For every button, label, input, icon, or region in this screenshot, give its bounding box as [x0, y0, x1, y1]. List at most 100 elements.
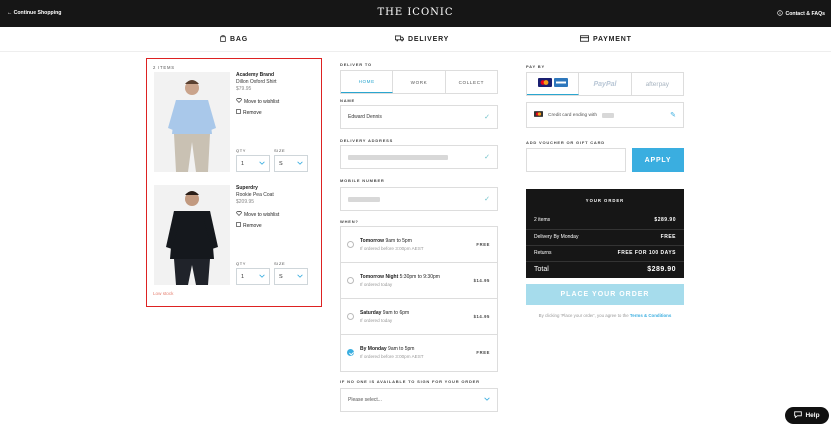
step-payment[interactable]: PAYMENT: [580, 35, 632, 44]
sign-label: IF NO ONE IS AVAILABLE TO SIGN FOR YOUR …: [340, 379, 480, 384]
mobile-number-field[interactable]: ✓: [340, 187, 498, 211]
size-value: S: [279, 273, 283, 280]
bag-count: 2 ITEMS: [153, 65, 175, 70]
help-button[interactable]: Help: [785, 407, 829, 424]
size-select[interactable]: S: [274, 155, 308, 172]
order-summary: YOUR ORDER 2 items $289.90 Delivery By M…: [526, 189, 684, 278]
delivery-slots: Tomorrow 9am to 5pm If ordered before 3:…: [340, 226, 498, 372]
qty-label: QTY: [236, 148, 247, 153]
product-brand[interactable]: Academy Brand: [236, 72, 274, 78]
checkout-steps: BAG DELIVERY PAYMENT: [0, 34, 831, 47]
contact-faqs-link[interactable]: Contact & FAQs: [776, 10, 826, 18]
tab-paypal[interactable]: PayPal: [579, 73, 632, 95]
slot-note: If ordered today: [360, 282, 393, 287]
chevron-down-icon: [297, 274, 303, 280]
qty-select[interactable]: 1: [236, 155, 270, 172]
redacted-mobile: [348, 196, 380, 202]
tab-collect[interactable]: COLLECT: [446, 71, 497, 93]
terms-link[interactable]: Terms & Conditions: [630, 313, 671, 318]
move-to-wishlist-label: Move to wishlist: [244, 211, 280, 218]
order-row-value: FREE FOR 100 DAYS: [617, 250, 676, 256]
size-value: S: [279, 160, 283, 167]
qty-select[interactable]: 1: [236, 268, 270, 285]
redacted-address: [348, 154, 448, 160]
place-order-button[interactable]: PLACE YOUR ORDER: [526, 284, 684, 305]
truck-icon: [395, 35, 404, 44]
order-row-items: 2 items $289.90: [534, 217, 676, 223]
when-label: WHEN?: [340, 219, 359, 224]
delivery-slot-by-monday[interactable]: By Monday 9am to 5pm If ordered before 3…: [341, 335, 497, 371]
slot-fee: FREE: [476, 350, 490, 355]
tab-work[interactable]: WORK: [393, 71, 446, 93]
move-to-wishlist-button[interactable]: Move to wishlist: [236, 98, 279, 105]
tab-credit-card[interactable]: [527, 73, 580, 95]
radio-button[interactable]: [347, 313, 354, 320]
step-delivery-label: DELIVERY: [408, 36, 450, 43]
info-icon: [776, 10, 783, 18]
product-brand[interactable]: Superdry: [236, 185, 258, 191]
pay-by-label: PAY BY: [526, 64, 545, 69]
tab-afterpay[interactable]: afterpay: [632, 73, 683, 95]
chat-bubble-icon: [794, 411, 803, 420]
remove-item-button[interactable]: Remove: [236, 222, 262, 229]
slot-time: 9am to 5pm: [386, 346, 415, 352]
heart-icon: [236, 98, 242, 105]
product-name[interactable]: Rookie Pea Coat: [236, 192, 274, 198]
deliver-to-label: DELIVER TO: [340, 62, 372, 67]
qty-value: 1: [241, 273, 245, 280]
terms-notice: By clicking 'Place your order', you agre…: [526, 312, 684, 319]
order-row-value: $289.90: [654, 217, 676, 223]
delivery-slot-tomorrow-night[interactable]: Tomorrow Night 5:30pm to 9:30pm If order…: [341, 263, 497, 299]
chevron-down-icon: [259, 274, 265, 280]
slot-fee: $14.95: [473, 278, 490, 283]
edit-pencil-icon[interactable]: ✎: [670, 111, 676, 119]
product-name[interactable]: Dillon Oxford Shirt: [236, 79, 277, 85]
delivery-slot-saturday[interactable]: Saturday 9am to 6pm If ordered today $14…: [341, 299, 497, 335]
low-stock-notice: Low stock: [153, 291, 174, 296]
payment-method-tabs: PayPal afterpay: [526, 72, 684, 96]
check-icon: ✓: [484, 196, 490, 203]
radio-button-selected[interactable]: [347, 349, 354, 356]
name-value: Edward Dennis: [348, 114, 382, 120]
site-logo[interactable]: THE ICONIC: [0, 7, 831, 18]
product-image[interactable]: [154, 185, 230, 285]
card-icon: [580, 35, 589, 44]
remove-item-button[interactable]: Remove: [236, 109, 262, 116]
slot-note: If ordered today: [360, 318, 393, 323]
chevron-down-icon: [484, 397, 490, 403]
tab-home[interactable]: HOME: [341, 71, 394, 93]
name-field[interactable]: Edward Dennis ✓: [340, 105, 498, 129]
move-to-wishlist-label: Move to wishlist: [244, 98, 280, 105]
mastercard-icon: [534, 111, 543, 119]
step-bag-label: BAG: [230, 36, 248, 43]
order-row-delivery: Delivery By Monday FREE: [534, 234, 676, 240]
saved-card-row[interactable]: Credit card ending with ✎: [526, 102, 684, 128]
name-label: NAME: [340, 98, 355, 103]
order-summary-title: YOUR ORDER: [585, 198, 625, 203]
step-bag[interactable]: BAG: [220, 34, 248, 44]
step-delivery[interactable]: DELIVERY: [395, 35, 449, 44]
voucher-input[interactable]: [526, 148, 626, 172]
help-label: Help: [805, 412, 820, 419]
voucher-label: ADD VOUCHER OR GIFT CARD: [526, 140, 605, 145]
size-select[interactable]: S: [274, 268, 308, 285]
bag-panel: 2 ITEMS Academy Brand Dillon Oxford Shir…: [146, 58, 322, 307]
card-logos-icon: [537, 78, 568, 89]
move-to-wishlist-button[interactable]: Move to wishlist: [236, 211, 279, 218]
card-ending-text: Credit card ending with: [548, 112, 598, 118]
delivery-address-label: DELIVERY ADDRESS: [340, 138, 394, 143]
sign-option-select[interactable]: Please select...: [340, 388, 498, 412]
slot-time: 9am to 5pm: [384, 238, 412, 244]
delivery-address-field[interactable]: ✓: [340, 145, 498, 169]
bag-item: Academy Brand Dillon Oxford Shirt $79.95…: [154, 72, 316, 176]
delivery-slot-tomorrow[interactable]: Tomorrow 9am to 5pm If ordered before 3:…: [341, 227, 497, 263]
check-icon: ✓: [484, 114, 490, 121]
radio-button[interactable]: [347, 277, 354, 284]
size-label: SIZE: [274, 148, 286, 153]
radio-button[interactable]: [347, 241, 354, 248]
slot-day: Tomorrow Night: [360, 274, 399, 280]
apply-voucher-button[interactable]: APPLY: [632, 148, 684, 172]
contact-faqs-label: Contact & FAQs: [785, 11, 826, 17]
product-image[interactable]: [154, 72, 230, 172]
checkbox-icon: [236, 109, 241, 116]
